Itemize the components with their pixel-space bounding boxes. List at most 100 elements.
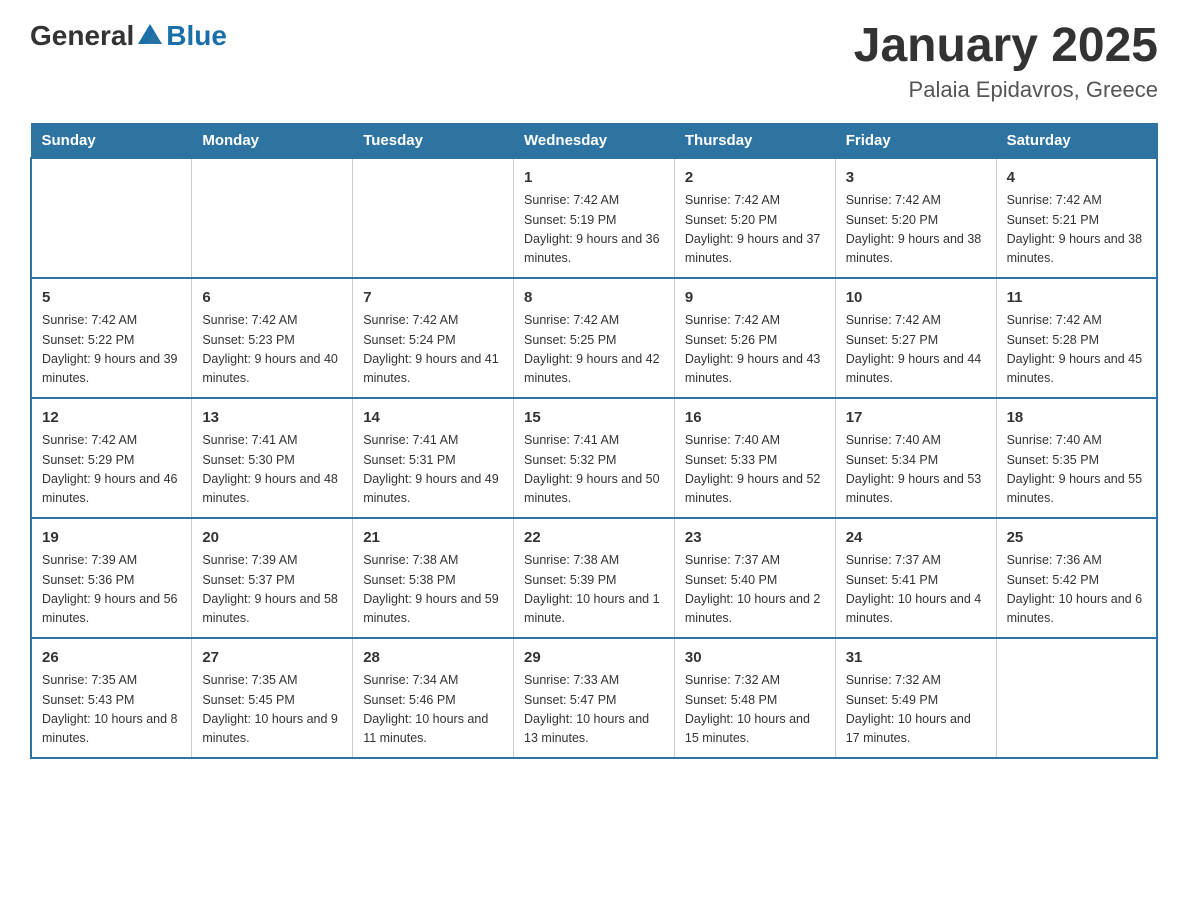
table-row: 3Sunrise: 7:42 AM Sunset: 5:20 PM Daylig… — [835, 158, 996, 278]
day-info: Sunrise: 7:42 AM Sunset: 5:22 PM Dayligh… — [42, 311, 181, 389]
day-info: Sunrise: 7:37 AM Sunset: 5:40 PM Dayligh… — [685, 551, 825, 629]
calendar-subtitle: Palaia Epidavros, Greece — [854, 77, 1158, 103]
day-number: 8 — [524, 287, 664, 310]
day-info: Sunrise: 7:32 AM Sunset: 5:48 PM Dayligh… — [685, 671, 825, 749]
day-number: 12 — [42, 407, 181, 430]
day-number: 29 — [524, 647, 664, 670]
day-info: Sunrise: 7:42 AM Sunset: 5:24 PM Dayligh… — [363, 311, 503, 389]
table-row: 27Sunrise: 7:35 AM Sunset: 5:45 PM Dayli… — [192, 638, 353, 758]
day-number: 27 — [202, 647, 342, 670]
day-number: 23 — [685, 527, 825, 550]
table-row: 24Sunrise: 7:37 AM Sunset: 5:41 PM Dayli… — [835, 518, 996, 638]
day-number: 17 — [846, 407, 986, 430]
table-row: 13Sunrise: 7:41 AM Sunset: 5:30 PM Dayli… — [192, 398, 353, 518]
table-row: 10Sunrise: 7:42 AM Sunset: 5:27 PM Dayli… — [835, 278, 996, 398]
day-number: 24 — [846, 527, 986, 550]
header-saturday: Saturday — [996, 123, 1157, 158]
table-row: 14Sunrise: 7:41 AM Sunset: 5:31 PM Dayli… — [353, 398, 514, 518]
day-number: 1 — [524, 167, 664, 190]
day-number: 18 — [1007, 407, 1146, 430]
day-number: 14 — [363, 407, 503, 430]
day-info: Sunrise: 7:42 AM Sunset: 5:28 PM Dayligh… — [1007, 311, 1146, 389]
day-info: Sunrise: 7:39 AM Sunset: 5:37 PM Dayligh… — [202, 551, 342, 629]
header-sunday: Sunday — [31, 123, 192, 158]
day-number: 20 — [202, 527, 342, 550]
day-info: Sunrise: 7:36 AM Sunset: 5:42 PM Dayligh… — [1007, 551, 1146, 629]
day-info: Sunrise: 7:42 AM Sunset: 5:27 PM Dayligh… — [846, 311, 986, 389]
table-row: 15Sunrise: 7:41 AM Sunset: 5:32 PM Dayli… — [514, 398, 675, 518]
day-number: 22 — [524, 527, 664, 550]
day-info: Sunrise: 7:42 AM Sunset: 5:20 PM Dayligh… — [685, 191, 825, 269]
header-wednesday: Wednesday — [514, 123, 675, 158]
table-row: 30Sunrise: 7:32 AM Sunset: 5:48 PM Dayli… — [674, 638, 835, 758]
day-info: Sunrise: 7:41 AM Sunset: 5:32 PM Dayligh… — [524, 431, 664, 509]
table-row: 9Sunrise: 7:42 AM Sunset: 5:26 PM Daylig… — [674, 278, 835, 398]
table-row: 23Sunrise: 7:37 AM Sunset: 5:40 PM Dayli… — [674, 518, 835, 638]
calendar-title: January 2025 — [854, 20, 1158, 73]
table-row: 4Sunrise: 7:42 AM Sunset: 5:21 PM Daylig… — [996, 158, 1157, 278]
table-row: 5Sunrise: 7:42 AM Sunset: 5:22 PM Daylig… — [31, 278, 192, 398]
day-number: 21 — [363, 527, 503, 550]
logo-icon — [136, 22, 164, 50]
day-number: 7 — [363, 287, 503, 310]
table-row: 7Sunrise: 7:42 AM Sunset: 5:24 PM Daylig… — [353, 278, 514, 398]
day-info: Sunrise: 7:38 AM Sunset: 5:39 PM Dayligh… — [524, 551, 664, 629]
header-friday: Friday — [835, 123, 996, 158]
day-number: 15 — [524, 407, 664, 430]
logo: General Blue — [30, 20, 227, 52]
day-number: 25 — [1007, 527, 1146, 550]
calendar-week-row: 19Sunrise: 7:39 AM Sunset: 5:36 PM Dayli… — [31, 518, 1157, 638]
day-number: 10 — [846, 287, 986, 310]
header-thursday: Thursday — [674, 123, 835, 158]
table-row: 11Sunrise: 7:42 AM Sunset: 5:28 PM Dayli… — [996, 278, 1157, 398]
day-info: Sunrise: 7:35 AM Sunset: 5:43 PM Dayligh… — [42, 671, 181, 749]
table-row: 26Sunrise: 7:35 AM Sunset: 5:43 PM Dayli… — [31, 638, 192, 758]
day-info: Sunrise: 7:33 AM Sunset: 5:47 PM Dayligh… — [524, 671, 664, 749]
table-row — [31, 158, 192, 278]
table-row — [996, 638, 1157, 758]
day-number: 16 — [685, 407, 825, 430]
table-row: 20Sunrise: 7:39 AM Sunset: 5:37 PM Dayli… — [192, 518, 353, 638]
title-block: January 2025 Palaia Epidavros, Greece — [854, 20, 1158, 103]
day-number: 26 — [42, 647, 181, 670]
day-number: 9 — [685, 287, 825, 310]
day-info: Sunrise: 7:40 AM Sunset: 5:35 PM Dayligh… — [1007, 431, 1146, 509]
table-row: 22Sunrise: 7:38 AM Sunset: 5:39 PM Dayli… — [514, 518, 675, 638]
calendar-week-row: 26Sunrise: 7:35 AM Sunset: 5:43 PM Dayli… — [31, 638, 1157, 758]
header-tuesday: Tuesday — [353, 123, 514, 158]
table-row — [353, 158, 514, 278]
table-row: 25Sunrise: 7:36 AM Sunset: 5:42 PM Dayli… — [996, 518, 1157, 638]
day-info: Sunrise: 7:41 AM Sunset: 5:30 PM Dayligh… — [202, 431, 342, 509]
day-number: 19 — [42, 527, 181, 550]
day-info: Sunrise: 7:40 AM Sunset: 5:34 PM Dayligh… — [846, 431, 986, 509]
table-row: 19Sunrise: 7:39 AM Sunset: 5:36 PM Dayli… — [31, 518, 192, 638]
day-number: 13 — [202, 407, 342, 430]
day-info: Sunrise: 7:35 AM Sunset: 5:45 PM Dayligh… — [202, 671, 342, 749]
day-info: Sunrise: 7:41 AM Sunset: 5:31 PM Dayligh… — [363, 431, 503, 509]
day-info: Sunrise: 7:42 AM Sunset: 5:26 PM Dayligh… — [685, 311, 825, 389]
table-row: 28Sunrise: 7:34 AM Sunset: 5:46 PM Dayli… — [353, 638, 514, 758]
table-row: 16Sunrise: 7:40 AM Sunset: 5:33 PM Dayli… — [674, 398, 835, 518]
table-row: 29Sunrise: 7:33 AM Sunset: 5:47 PM Dayli… — [514, 638, 675, 758]
day-info: Sunrise: 7:42 AM Sunset: 5:29 PM Dayligh… — [42, 431, 181, 509]
day-number: 28 — [363, 647, 503, 670]
table-row: 8Sunrise: 7:42 AM Sunset: 5:25 PM Daylig… — [514, 278, 675, 398]
day-number: 2 — [685, 167, 825, 190]
day-info: Sunrise: 7:39 AM Sunset: 5:36 PM Dayligh… — [42, 551, 181, 629]
day-info: Sunrise: 7:42 AM Sunset: 5:25 PM Dayligh… — [524, 311, 664, 389]
day-number: 11 — [1007, 287, 1146, 310]
day-info: Sunrise: 7:42 AM Sunset: 5:19 PM Dayligh… — [524, 191, 664, 269]
day-info: Sunrise: 7:42 AM Sunset: 5:20 PM Dayligh… — [846, 191, 986, 269]
day-number: 4 — [1007, 167, 1146, 190]
day-info: Sunrise: 7:32 AM Sunset: 5:49 PM Dayligh… — [846, 671, 986, 749]
table-row — [192, 158, 353, 278]
logo-text-general: General — [30, 20, 134, 52]
calendar-header-row: Sunday Monday Tuesday Wednesday Thursday… — [31, 123, 1157, 158]
calendar-week-row: 5Sunrise: 7:42 AM Sunset: 5:22 PM Daylig… — [31, 278, 1157, 398]
day-info: Sunrise: 7:42 AM Sunset: 5:23 PM Dayligh… — [202, 311, 342, 389]
day-info: Sunrise: 7:42 AM Sunset: 5:21 PM Dayligh… — [1007, 191, 1146, 269]
day-number: 5 — [42, 287, 181, 310]
day-info: Sunrise: 7:37 AM Sunset: 5:41 PM Dayligh… — [846, 551, 986, 629]
calendar-table: Sunday Monday Tuesday Wednesday Thursday… — [30, 123, 1158, 759]
day-number: 3 — [846, 167, 986, 190]
